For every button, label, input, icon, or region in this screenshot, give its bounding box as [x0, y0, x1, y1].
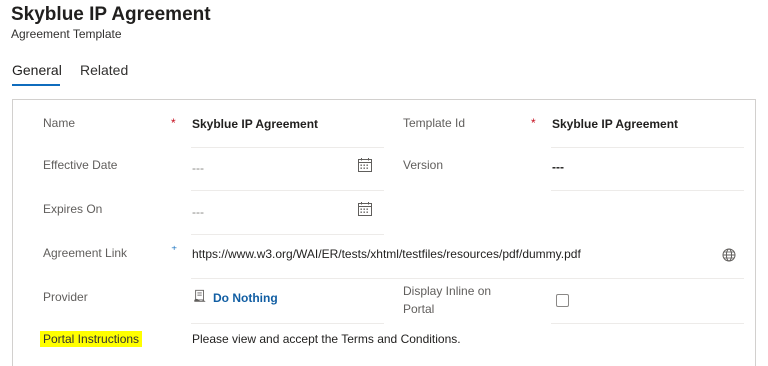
template-id-label: Template Id [403, 116, 466, 130]
divider [551, 323, 744, 324]
version-field[interactable]: --- [552, 160, 564, 174]
agreement-link-field[interactable]: https://www.w3.org/WAI/ER/tests/xhtml/te… [192, 247, 581, 261]
page-title: Skyblue IP Agreement [11, 4, 211, 25]
divider [191, 147, 384, 148]
display-inline-label-line1: Display Inline on [403, 284, 492, 298]
tab-general[interactable]: General [12, 62, 62, 78]
globe-icon[interactable] [721, 247, 737, 263]
divider [191, 190, 384, 191]
portal-instructions-label: Portal Instructions [40, 331, 143, 347]
expires-on-field[interactable]: --- [192, 205, 204, 219]
display-inline-label-line2: Portal [403, 302, 435, 316]
provider-lookup-link[interactable]: Do Nothing [213, 291, 278, 305]
page-subtitle: Agreement Template [11, 27, 122, 41]
name-required-marker: * [171, 116, 176, 130]
divider [191, 278, 744, 279]
portal-instructions-field[interactable]: Please view and accept the Terms and Con… [192, 332, 461, 346]
calendar-icon[interactable] [357, 201, 373, 217]
divider [191, 323, 384, 324]
entity-record-icon [194, 289, 206, 302]
portal-instructions-label-wrapper: Portal Instructions [40, 331, 143, 347]
effective-date-field[interactable]: --- [192, 161, 204, 175]
divider [551, 147, 744, 148]
divider [191, 234, 384, 235]
name-field[interactable]: Skyblue IP Agreement [192, 117, 318, 131]
general-form-section: Name * Skyblue IP Agreement Template Id … [12, 99, 756, 366]
template-id-field[interactable]: Skyblue IP Agreement [552, 117, 678, 131]
version-label: Version [403, 158, 444, 172]
agreement-link-recommended-marker: ⁺ [171, 243, 178, 257]
agreement-link-label: Agreement Link [43, 246, 128, 260]
divider [551, 190, 744, 191]
selected-tab-indicator [12, 84, 60, 86]
calendar-icon[interactable] [357, 157, 373, 173]
effective-date-label: Effective Date [43, 158, 118, 172]
display-inline-checkbox[interactable] [556, 294, 569, 307]
tab-related[interactable]: Related [80, 62, 128, 78]
expires-on-label: Expires On [43, 202, 103, 216]
template-id-required-marker: * [531, 116, 536, 130]
provider-label: Provider [43, 290, 88, 304]
name-label: Name [43, 116, 76, 130]
